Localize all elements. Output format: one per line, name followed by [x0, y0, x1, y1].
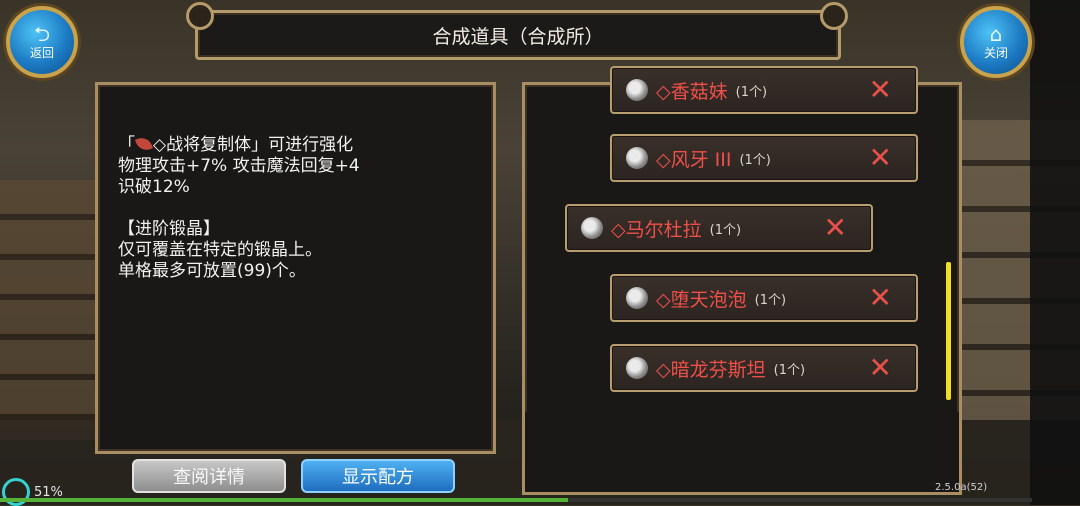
item-count: (1个) [735, 84, 768, 100]
progress-bar [0, 498, 1032, 502]
description-line: 单格最多可放置(99)个。 [118, 261, 306, 281]
back-button-label: 返回 [29, 45, 54, 60]
list-item[interactable]: ◇堕天泡泡 (1个) ✕ [610, 274, 918, 322]
item-name: ◇风牙 III [656, 148, 732, 171]
background-shelf-left [0, 180, 100, 440]
show-recipe-button[interactable]: 显示配方 [301, 459, 455, 493]
version-text: 2.5.0a(52) [935, 482, 988, 493]
list-item-selected[interactable]: ◇马尔杜拉 (1个) ✕ [565, 204, 873, 252]
remove-icon[interactable]: ✕ [824, 214, 847, 242]
home-icon: ⌂ [989, 21, 1003, 46]
crystal-icon [626, 147, 648, 169]
remove-icon[interactable]: ✕ [869, 144, 892, 172]
remove-icon[interactable]: ✕ [869, 354, 892, 382]
description-spacer [118, 198, 478, 219]
description-line: 【进阶锻晶】 [118, 219, 220, 239]
material-list-footer [522, 412, 962, 495]
view-details-button[interactable]: 查阅详情 [132, 459, 286, 493]
title-ornament-right [820, 2, 848, 30]
background-edge [1030, 0, 1080, 505]
list-item[interactable]: ◇风牙 III (1个) ✕ [610, 134, 918, 182]
remove-icon[interactable]: ✕ [869, 76, 892, 104]
description-line: 识破12% [118, 177, 190, 197]
crystal-icon [581, 217, 603, 239]
list-scrollbar[interactable] [946, 262, 951, 400]
item-count: (1个) [709, 222, 742, 238]
item-description-text: 「 ◇战将复制体」可进行强化 物理攻击+7% 攻击魔法回复+4 识破12% 【进阶… [118, 135, 478, 282]
description-line: 「 ◇战将复制体」可进行强化 [118, 135, 478, 156]
item-name: ◇堕天泡泡 [656, 288, 747, 311]
feather-icon [135, 135, 153, 153]
description-bracket: 「 [118, 135, 135, 155]
back-arrow-icon: ⮌ [33, 21, 51, 46]
close-button[interactable]: ⌂ 关闭 [960, 6, 1032, 78]
list-item[interactable]: ◇香菇妹 (1个) ✕ [610, 66, 918, 114]
description-item-name: ◇战将复制体」可进行强化 [153, 135, 354, 155]
crystal-icon [626, 79, 648, 101]
list-item[interactable]: ◇暗龙芬斯坦 (1个) ✕ [610, 344, 918, 392]
description-line: 物理攻击+7% 攻击魔法回复+4 [118, 156, 360, 176]
item-name: ◇马尔杜拉 [611, 218, 702, 241]
remove-icon[interactable]: ✕ [869, 284, 892, 312]
item-count: (1个) [773, 362, 806, 378]
title-ornament-left [186, 2, 214, 30]
item-name: ◇暗龙芬斯坦 [656, 358, 766, 381]
description-line: 仅可覆盖在特定的锻晶上。 [118, 240, 322, 260]
close-button-label: 关闭 [983, 45, 1008, 60]
title-bar: 合成道具（合成所） [195, 10, 841, 60]
progress-fill [0, 498, 568, 502]
back-button[interactable]: ⮌ 返回 [6, 6, 78, 78]
item-description-panel: 「 ◇战将复制体」可进行强化 物理攻击+7% 攻击魔法回复+4 识破12% 【进阶… [95, 82, 496, 454]
item-name: ◇香菇妹 [656, 80, 728, 103]
crystal-icon [626, 357, 648, 379]
item-count: (1个) [754, 292, 787, 308]
crystal-icon [626, 287, 648, 309]
item-count: (1个) [739, 152, 771, 168]
page-title: 合成道具（合成所） [432, 25, 604, 48]
